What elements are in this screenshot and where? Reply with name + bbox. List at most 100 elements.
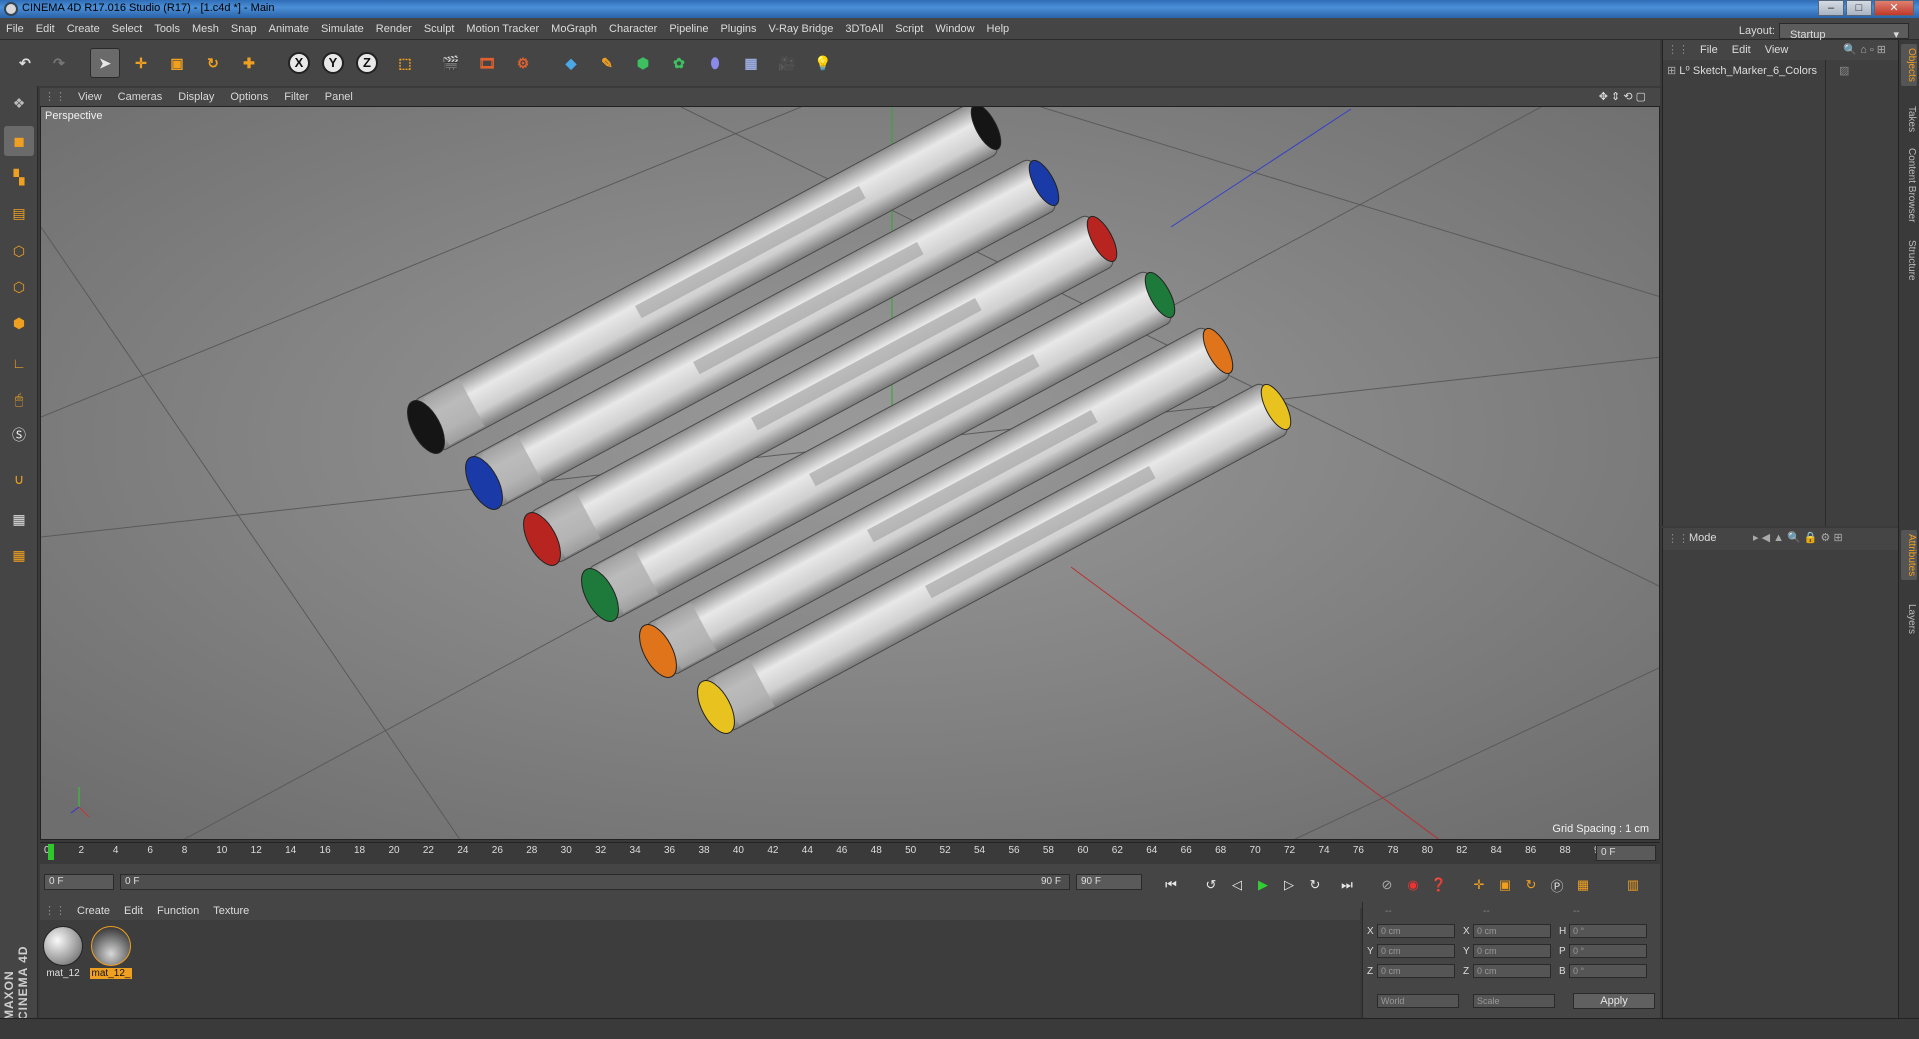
object-menu-view[interactable]: View xyxy=(1758,40,1796,60)
menu-animate[interactable]: Animate xyxy=(263,18,315,40)
tab-layers[interactable]: Layers xyxy=(1901,600,1917,638)
render-view-icon[interactable]: 🎬 xyxy=(436,48,466,78)
texture-mode-icon[interactable]: ▚ xyxy=(4,162,34,192)
model-mode-icon[interactable]: ◼ xyxy=(4,126,34,156)
selection-arrow-icon[interactable]: ➤ xyxy=(90,48,120,78)
material-menu-create[interactable]: Create xyxy=(70,902,117,920)
menu-mograph[interactable]: MoGraph xyxy=(545,18,603,40)
key-pla-icon[interactable]: ▦ xyxy=(1572,874,1594,896)
size-mode-select[interactable]: Scale xyxy=(1473,994,1555,1008)
x-axis-lock-button[interactable]: X xyxy=(284,48,314,78)
move-tool-icon[interactable]: ✛ xyxy=(126,48,156,78)
material-slot[interactable]: mat_12 xyxy=(42,926,84,979)
cloner-icon[interactable]: ✿ xyxy=(664,48,694,78)
timeline-end-field[interactable]: 0 F xyxy=(1596,845,1656,861)
minimize-button[interactable]: – xyxy=(1818,0,1844,16)
menu-window[interactable]: Window xyxy=(929,18,980,40)
camera-icon[interactable]: 🎥 xyxy=(772,48,802,78)
viewport-menu-display[interactable]: Display xyxy=(170,88,222,106)
menu-simulate[interactable]: Simulate xyxy=(315,18,370,40)
next-key-icon[interactable]: ↻ xyxy=(1304,874,1326,896)
rotate-tool-icon[interactable]: ↻ xyxy=(198,48,228,78)
menu-file[interactable]: File xyxy=(0,18,30,40)
menu-pipeline[interactable]: Pipeline xyxy=(663,18,714,40)
layout-select[interactable]: Startup ▾ xyxy=(1779,23,1909,41)
size-x-field[interactable]: 0 cm xyxy=(1473,924,1551,938)
undo-icon[interactable]: ↶ xyxy=(10,48,40,78)
size-z-field[interactable]: 0 cm xyxy=(1473,964,1551,978)
edges-mode-icon[interactable]: ⬡ xyxy=(4,272,34,302)
pos-z-field[interactable]: 0 cm xyxy=(1377,964,1455,978)
key-rotation-icon[interactable]: ↻ xyxy=(1520,874,1542,896)
attribute-nav-icons[interactable]: ▸ ◀ ▲ 🔍 🔒 ⚙ ⊞ xyxy=(1753,531,1843,544)
viewport-menu-options[interactable]: Options xyxy=(222,88,276,106)
key-scale-icon[interactable]: ▣ xyxy=(1494,874,1516,896)
expand-icon[interactable]: ⊞ xyxy=(1667,65,1676,77)
tab-content-browser[interactable]: Content Browser xyxy=(1901,144,1917,226)
object-menu-file[interactable]: File xyxy=(1693,40,1725,60)
viewport-nav-icons[interactable]: ✥ ⇕ ⟲ ▢ xyxy=(1591,88,1654,106)
make-editable-icon[interactable]: ❖ xyxy=(4,88,34,118)
scale-tool-icon[interactable]: ▣ xyxy=(162,48,192,78)
z-axis-lock-button[interactable]: Z xyxy=(352,48,382,78)
object-tree-item[interactable]: ⊞ L⁰ Sketch_Marker_6_Colors ▨ xyxy=(1667,64,1893,80)
menu-render[interactable]: Render xyxy=(370,18,418,40)
material-slot-selected[interactable]: mat_12_ xyxy=(90,926,132,979)
spline-pen-icon[interactable]: ✎ xyxy=(592,48,622,78)
previous-key-icon[interactable]: ↺ xyxy=(1200,874,1222,896)
autokey-icon[interactable]: ❓ xyxy=(1428,874,1450,896)
snap-magnet-icon[interactable]: ∪ xyxy=(4,464,34,494)
tab-structure[interactable]: Structure xyxy=(1901,236,1917,285)
record-position-icon[interactable]: ⊘ xyxy=(1376,874,1398,896)
coordinate-system-icon[interactable]: ⬚ xyxy=(390,48,420,78)
menu-snap[interactable]: Snap xyxy=(225,18,263,40)
tab-takes[interactable]: Takes xyxy=(1901,102,1917,136)
menu-3dtoall[interactable]: 3DToAll xyxy=(839,18,889,40)
locked-workplane-icon[interactable]: ▦ xyxy=(4,504,34,534)
subdivision-surface-icon[interactable]: ⬢ xyxy=(628,48,658,78)
go-to-end-icon[interactable]: ⏭ xyxy=(1336,874,1358,896)
tab-attributes[interactable]: Attributes xyxy=(1901,530,1917,581)
render-picture-viewer-icon[interactable]: 🎞 xyxy=(472,48,502,78)
go-to-start-icon[interactable]: ⏮ xyxy=(1160,874,1182,896)
rot-p-field[interactable]: 0 ° xyxy=(1569,944,1647,958)
axis-mode-icon[interactable]: ∟ xyxy=(4,348,34,378)
current-time-indicator[interactable] xyxy=(48,844,54,860)
viewport-menu-filter[interactable]: Filter xyxy=(276,88,316,106)
menu-vray-bridge[interactable]: V-Ray Bridge xyxy=(763,18,840,40)
menu-edit[interactable]: Edit xyxy=(30,18,61,40)
material-menu-edit[interactable]: Edit xyxy=(117,902,150,920)
attribute-mode-menu[interactable]: Mode xyxy=(1689,532,1717,544)
object-manager-tools[interactable]: 🔍 ⌂ ▫ ⊞ xyxy=(1836,40,1893,60)
close-button[interactable]: ✕ xyxy=(1874,0,1914,16)
menu-motion-tracker[interactable]: Motion Tracker xyxy=(460,18,545,40)
size-y-field[interactable]: 0 cm xyxy=(1473,944,1551,958)
points-mode-icon[interactable]: ⬡ xyxy=(4,236,34,266)
current-frame-field[interactable]: 0 F xyxy=(44,874,114,890)
coordinate-mode-select[interactable]: World xyxy=(1377,994,1459,1008)
redo-icon[interactable]: ↷ xyxy=(44,48,74,78)
menu-select[interactable]: Select xyxy=(106,18,149,40)
timeline-ruler[interactable]: 0 2 4 6 8 10 12 14 16 18 20 22 24 26 28 30 32 34 36 38 40 42 4… xyxy=(40,842,1660,864)
end-frame-field[interactable]: 90 F xyxy=(1076,874,1142,890)
y-axis-lock-button[interactable]: Y xyxy=(318,48,348,78)
3d-viewport[interactable]: Perspective Grid Spacing : 1 cm xyxy=(40,106,1660,840)
light-icon[interactable]: 💡 xyxy=(808,48,838,78)
menu-script[interactable]: Script xyxy=(889,18,929,40)
play-icon[interactable]: ▶ xyxy=(1252,874,1274,896)
viewport-menu-view[interactable]: View xyxy=(70,88,110,106)
key-parameter-icon[interactable]: Ⓟ xyxy=(1546,874,1568,896)
object-menu-edit[interactable]: Edit xyxy=(1725,40,1758,60)
maximize-button[interactable]: □ xyxy=(1846,0,1872,16)
next-frame-icon[interactable]: ▷ xyxy=(1278,874,1300,896)
viewport-menu-cameras[interactable]: Cameras xyxy=(110,88,171,106)
pos-x-field[interactable]: 0 cm xyxy=(1377,924,1455,938)
timeline-window-icon[interactable]: ▥ xyxy=(1622,874,1644,896)
apply-button[interactable]: Apply xyxy=(1573,993,1655,1009)
workplane-icon[interactable]: ▤ xyxy=(4,198,34,228)
menu-plugins[interactable]: Plugins xyxy=(714,18,762,40)
solo-mode-icon[interactable]: Ⓢ xyxy=(4,420,34,450)
frame-range-slider[interactable]: 0 F 90 F xyxy=(120,874,1070,890)
material-menu-texture[interactable]: Texture xyxy=(206,902,256,920)
floor-icon[interactable]: ▦ xyxy=(736,48,766,78)
